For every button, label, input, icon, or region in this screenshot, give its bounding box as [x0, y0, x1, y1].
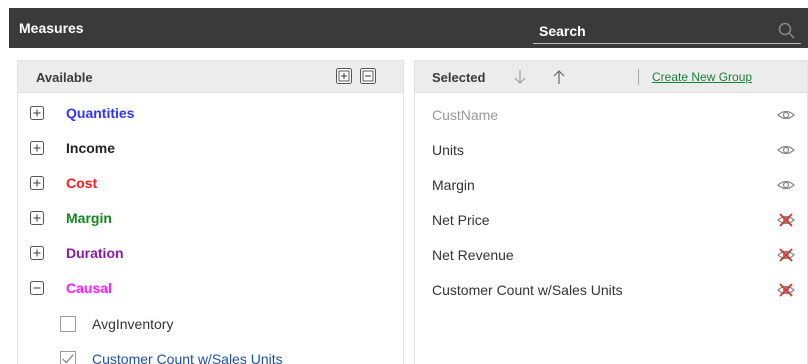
selected-item-label: Customer Count w/Sales Units — [432, 282, 623, 298]
group-income[interactable]: Income — [18, 131, 403, 165]
selected-item[interactable]: Customer Count w/Sales Units — [415, 272, 807, 307]
selected-item-label: Units — [432, 142, 464, 158]
unchecked-checkbox[interactable] — [60, 316, 76, 332]
available-title: Available — [36, 70, 93, 85]
collapse-icon[interactable] — [30, 281, 44, 295]
search-input[interactable] — [533, 21, 769, 41]
collapse-all-icon[interactable] — [360, 68, 376, 84]
selected-item-label: CustName — [432, 107, 499, 123]
move-up-icon[interactable] — [552, 69, 566, 85]
eye-icon[interactable] — [776, 106, 796, 124]
eye-hidden-icon[interactable] — [776, 211, 796, 229]
selected-item[interactable]: Net Revenue — [415, 237, 807, 272]
measure-label: Customer Count w/Sales Units — [92, 351, 283, 364]
selected-item[interactable]: Units — [415, 132, 807, 167]
expand-all-icon[interactable] — [336, 68, 352, 84]
group-duration[interactable]: Duration — [18, 236, 403, 270]
available-panel-header: Available — [18, 61, 403, 93]
measure-item[interactable]: Customer Count w/Sales Units — [18, 342, 403, 364]
eye-hidden-icon[interactable] — [776, 281, 796, 299]
expand-icon[interactable] — [30, 141, 44, 155]
expand-icon[interactable] — [30, 106, 44, 120]
expand-icon[interactable] — [30, 246, 44, 260]
measure-label: AvgInventory — [92, 316, 174, 332]
selected-item[interactable]: Net Price — [415, 202, 807, 237]
selected-item-label: Net Price — [432, 212, 490, 228]
available-panel: Available Quantities Income Cost Margin … — [17, 60, 404, 364]
group-margin[interactable]: Margin — [18, 201, 403, 235]
expand-icon[interactable] — [30, 211, 44, 225]
group-label: Causal — [66, 280, 112, 296]
measure-item[interactable]: AvgInventory — [18, 307, 403, 341]
create-new-group-link[interactable]: Create New Group — [652, 70, 752, 84]
selected-panel: Selected Create New Group CustName Units… — [414, 60, 808, 364]
checked-checkbox[interactable] — [60, 351, 76, 364]
selected-item-label: Net Revenue — [432, 247, 514, 263]
group-label: Cost — [66, 175, 98, 191]
expand-icon[interactable] — [30, 176, 44, 190]
group-label: Income — [66, 140, 116, 156]
group-label: Margin — [66, 210, 112, 226]
selected-item[interactable]: CustName — [415, 97, 807, 132]
selected-item-label: Margin — [432, 177, 475, 193]
group-causal[interactable]: Causal — [18, 271, 403, 305]
search-box[interactable] — [533, 19, 801, 44]
eye-icon[interactable] — [776, 176, 796, 194]
group-quantities[interactable]: Quantities — [18, 96, 403, 130]
group-label: Quantities — [66, 105, 135, 121]
move-down-icon[interactable] — [513, 69, 527, 85]
measures-header: Measures — [9, 8, 808, 48]
search-icon[interactable] — [777, 21, 797, 41]
group-cost[interactable]: Cost — [18, 166, 403, 200]
selected-panel-header: Selected Create New Group — [415, 61, 807, 93]
group-label: Duration — [66, 245, 124, 261]
eye-icon[interactable] — [776, 141, 796, 159]
selected-title: Selected — [432, 70, 486, 85]
checkmark-icon — [62, 354, 74, 364]
header-divider — [638, 69, 639, 85]
eye-hidden-icon[interactable] — [776, 246, 796, 264]
header-title: Measures — [19, 20, 84, 36]
selected-item[interactable]: Margin — [415, 167, 807, 202]
